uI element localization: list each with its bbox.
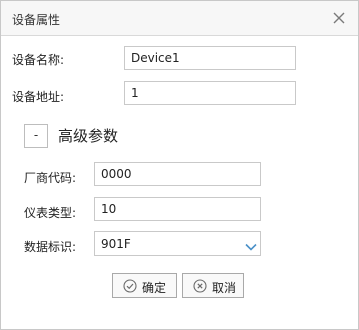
vendor-code-label: 厂商代码: xyxy=(24,171,77,185)
dialog-titlebar[interactable]: 设备属性 xyxy=(1,1,358,36)
data-id-select[interactable]: 901F xyxy=(94,231,261,256)
data-id-label: 数据标识: xyxy=(24,240,77,254)
device-properties-dialog: 设备属性 设备名称: 设备地址: - 高级参数 厂商代码: 仪表类型: 数据标识… xyxy=(0,0,359,330)
ok-button-label: 确定 xyxy=(142,281,167,295)
vendor-code-input[interactable] xyxy=(94,162,261,186)
chevron-down-icon[interactable] xyxy=(245,240,257,251)
x-circle-icon xyxy=(193,279,207,293)
device-address-label: 设备地址: xyxy=(12,90,65,104)
device-name-label: 设备名称: xyxy=(12,53,65,67)
meter-type-input[interactable] xyxy=(94,197,261,221)
dialog-title: 设备属性 xyxy=(12,13,61,27)
cancel-button[interactable]: 取消 xyxy=(182,273,244,298)
device-name-input[interactable] xyxy=(124,46,296,70)
check-circle-icon xyxy=(123,279,137,293)
advanced-section-title: 高级参数 xyxy=(58,127,119,145)
advanced-collapse-button[interactable]: - xyxy=(24,124,48,148)
meter-type-label: 仪表类型: xyxy=(24,206,77,220)
cancel-button-label: 取消 xyxy=(212,281,237,295)
close-icon[interactable] xyxy=(331,10,347,26)
device-address-input[interactable] xyxy=(124,81,296,105)
ok-button[interactable]: 确定 xyxy=(112,273,177,298)
data-id-selected-value: 901F xyxy=(101,237,131,251)
